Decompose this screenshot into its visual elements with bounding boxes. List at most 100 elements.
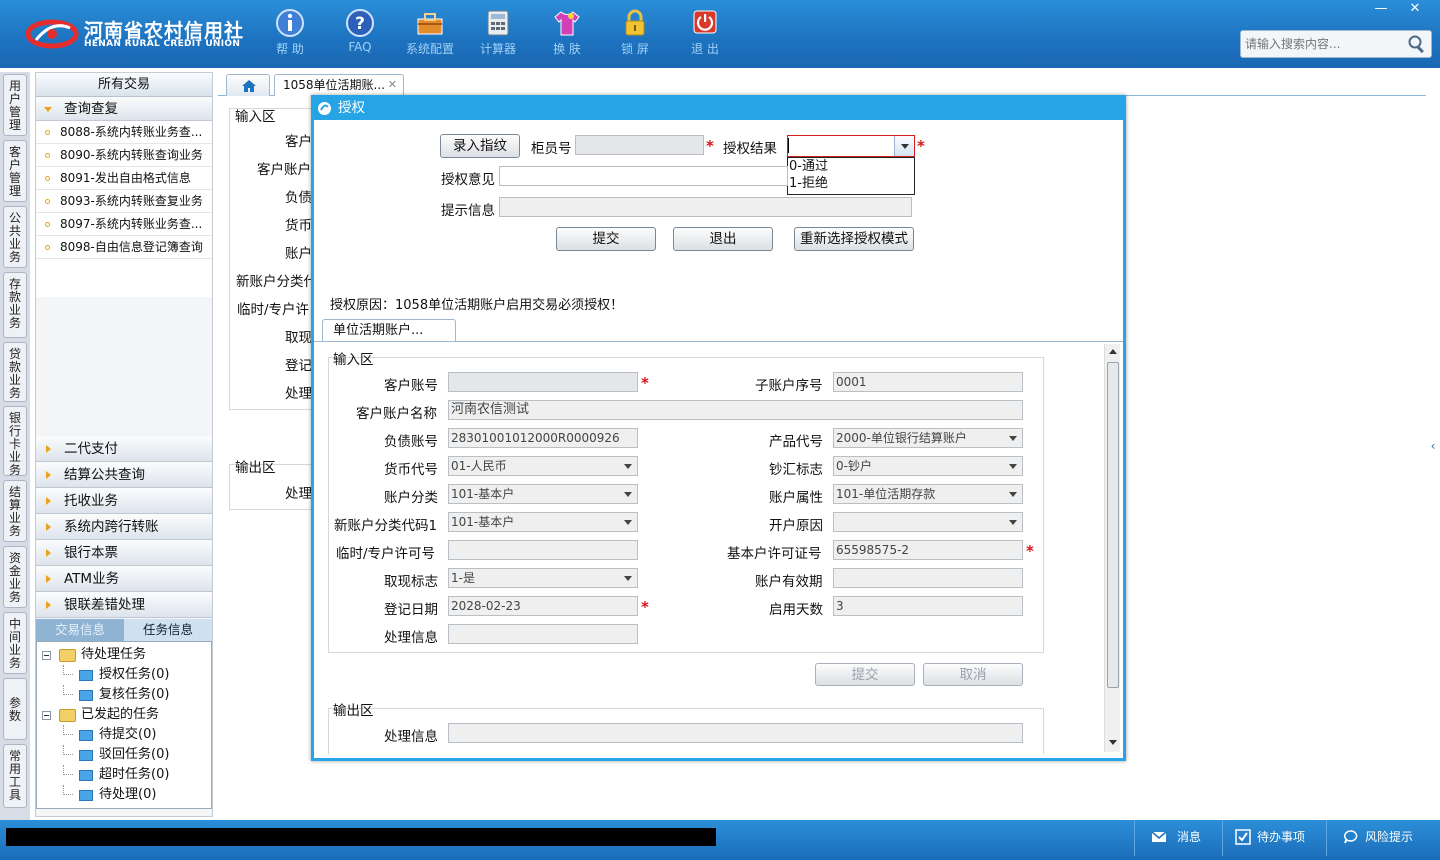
vtab-parameters[interactable]: 参数	[3, 678, 27, 740]
form-submit-button[interactable]: 提交	[815, 663, 915, 686]
form-scrollbar[interactable]	[1104, 344, 1120, 752]
exit-dialog-button[interactable]: 退出	[673, 227, 773, 251]
sidebar-group[interactable]: 二代支付	[36, 436, 212, 462]
collapse-toggle-icon[interactable]	[42, 651, 51, 660]
acct-attr-select[interactable]: 101-单位活期存款	[833, 484, 1023, 504]
vtab-user-management[interactable]: 用户管理	[3, 74, 27, 136]
vtab-public-business[interactable]: 公共业务	[3, 206, 27, 268]
sidebar-group[interactable]: 系统内跨行转账	[36, 514, 212, 540]
product-select[interactable]: 2000-单位银行结算账户	[833, 428, 1023, 448]
messages-button[interactable]: 消息	[1134, 820, 1230, 856]
temp-license-field[interactable]	[448, 540, 638, 560]
sidebar-item[interactable]: 8097-系统内转账业务查...	[36, 213, 212, 236]
dropdown-arrow-icon[interactable]	[1004, 457, 1022, 475]
collapse-toggle-icon[interactable]	[42, 711, 51, 720]
change-skin-button[interactable]: 换 肤	[536, 8, 598, 64]
open-reason-select[interactable]	[833, 512, 1023, 532]
option-approve[interactable]: 0-通过	[788, 158, 914, 175]
dropdown-arrow-icon[interactable]	[619, 457, 637, 475]
minimize-button[interactable]: —	[1364, 0, 1398, 20]
scroll-up-icon[interactable]	[1109, 349, 1117, 354]
cust-name-field[interactable]: 河南农信测试	[448, 400, 1023, 420]
basic-license-field[interactable]: 65598575-2	[833, 540, 1023, 560]
sidebar-group[interactable]: 银行本票	[36, 540, 212, 566]
scroll-down-icon[interactable]	[1109, 740, 1117, 745]
sidebar-group[interactable]: 托收业务	[36, 488, 212, 514]
currency-select[interactable]: 01-人民币	[448, 456, 638, 476]
sidebar-group-query-reply[interactable]: 查询查复	[36, 97, 212, 121]
dropdown-arrow-icon[interactable]	[619, 485, 637, 503]
enable-days-field[interactable]: 3	[833, 596, 1023, 616]
tree-leaf[interactable]: 超时任务(0)	[37, 765, 211, 785]
reg-date-field[interactable]: 2028-02-23	[448, 596, 638, 616]
close-window-button[interactable]: ✕	[1398, 0, 1432, 20]
dropdown-arrow-icon[interactable]	[894, 136, 914, 156]
auth-opinion-input[interactable]	[499, 166, 788, 186]
teller-field[interactable]	[575, 135, 704, 155]
scrollbar-thumb[interactable]	[1107, 362, 1119, 688]
exit-button[interactable]: 退 出	[674, 8, 736, 64]
calculator-button[interactable]: 计算器	[467, 8, 529, 64]
fingerprint-button[interactable]: 录入指纹	[440, 134, 520, 158]
home-tab[interactable]	[226, 74, 270, 96]
vtab-fund-business[interactable]: 资金业务	[3, 546, 27, 608]
vtab-customer-management[interactable]: 客户管理	[3, 140, 27, 202]
dropdown-arrow-icon[interactable]	[619, 569, 637, 587]
dropdown-arrow-icon[interactable]	[1004, 485, 1022, 503]
sub-seq-field[interactable]: 0001	[833, 372, 1023, 392]
sidebar-item[interactable]: 8088-系统内转账业务查...	[36, 121, 212, 144]
acct-class-select[interactable]: 101-基本户	[448, 484, 638, 504]
sidebar-group[interactable]: 结算公共查询	[36, 462, 212, 488]
sidebar-group[interactable]: ATM业务	[36, 566, 212, 592]
sidebar-item[interactable]: 8090-系统内转账查询业务	[36, 144, 212, 167]
dropdown-arrow-icon[interactable]	[1004, 429, 1022, 447]
tree-connector	[63, 665, 73, 675]
tree-leaf[interactable]: 待处理(0)	[37, 785, 211, 805]
withdraw-select[interactable]: 1-是	[448, 568, 638, 588]
vtab-bank-card-business[interactable]: 银行卡业务	[3, 406, 27, 477]
submit-auth-button[interactable]: 提交	[556, 227, 656, 251]
sidebar-item[interactable]: 8091-发出自由格式信息	[36, 167, 212, 190]
vtab-intermediate-business[interactable]: 中间业务	[3, 612, 27, 674]
tree-node-initiated[interactable]: 已发起的任务	[37, 705, 211, 725]
tree-leaf[interactable]: 授权任务(0)	[37, 665, 211, 685]
collapse-right-icon[interactable]: ‹	[1426, 424, 1440, 468]
sidebar-group[interactable]: 银联差错处理	[36, 592, 212, 618]
tab-unit-demand-account[interactable]: 单位活期账户...	[322, 319, 456, 341]
tree-leaf[interactable]: 复核任务(0)	[37, 685, 211, 705]
system-config-button[interactable]: 系统配置	[399, 8, 461, 64]
vtab-settlement-business[interactable]: 结算业务	[3, 480, 27, 542]
faq-button[interactable]: ? FAQ	[329, 8, 391, 64]
help-button[interactable]: 帮 助	[259, 8, 321, 64]
dropdown-arrow-icon[interactable]	[1004, 513, 1022, 531]
option-reject[interactable]: 1-拒绝	[788, 175, 914, 192]
tab-task-info[interactable]: 任务信息	[124, 619, 212, 641]
vtab-common-tools[interactable]: 常用工具	[3, 744, 27, 808]
tree-leaf[interactable]: 驳回任务(0)	[37, 745, 211, 765]
liability-field[interactable]: 28301001012000R0000926	[448, 428, 638, 448]
tab-transaction-info[interactable]: 交易信息	[36, 619, 124, 641]
cust-account-field[interactable]	[448, 372, 638, 392]
lock-screen-button[interactable]: 锁 屏	[604, 8, 666, 64]
vtab-loan-business[interactable]: 贷款业务	[3, 342, 27, 402]
exit-label: 退 出	[691, 42, 719, 56]
search-icon[interactable]	[1407, 34, 1427, 54]
close-icon[interactable]: ✕	[388, 75, 397, 95]
search-input[interactable]	[1245, 34, 1405, 54]
auth-result-select[interactable]	[787, 135, 915, 157]
new-class-select[interactable]: 101-基本户	[448, 512, 638, 532]
todo-button[interactable]: 待办事项	[1222, 820, 1326, 856]
validity-field[interactable]	[833, 568, 1023, 588]
dropdown-arrow-icon[interactable]	[619, 513, 637, 531]
cash-flag-select[interactable]: 0-钞户	[833, 456, 1023, 476]
tree-node-pending[interactable]: 待处理任务	[37, 645, 211, 665]
bullet-icon	[45, 176, 50, 181]
form-cancel-button[interactable]: 取消	[923, 663, 1023, 686]
sidebar-item[interactable]: 8098-自由信息登记簿查询	[36, 236, 212, 259]
tab-1058-account[interactable]: 1058单位活期账... ✕	[274, 74, 404, 96]
risk-alert-button[interactable]: 风险提示	[1326, 820, 1436, 856]
tree-leaf[interactable]: 待提交(0)	[37, 725, 211, 745]
vtab-deposit-business[interactable]: 存款业务	[3, 272, 27, 338]
sidebar-item[interactable]: 8093-系统内转账查复业务	[36, 190, 212, 213]
reselect-auth-mode-button[interactable]: 重新选择授权模式	[794, 227, 914, 251]
